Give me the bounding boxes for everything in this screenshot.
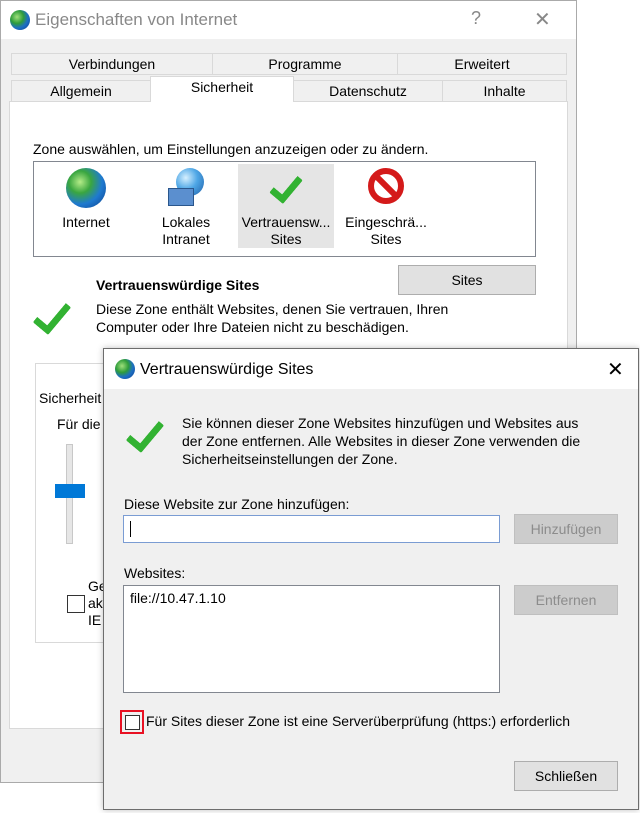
https-checkbox-label: Für Sites dieser Zone ist eine Serverübe…	[146, 713, 571, 729]
security-slider-thumb[interactable]	[55, 484, 85, 498]
for-zone-label: Für die	[57, 416, 101, 432]
selected-zone-description-line1: Diese Zone enthält Websites, denen Sie v…	[96, 301, 449, 317]
add-button[interactable]: Hinzufügen	[514, 514, 618, 544]
add-website-input[interactable]	[123, 515, 500, 543]
website-list-item[interactable]: file://10.47.1.10	[130, 590, 226, 606]
tab-programme[interactable]: Programme	[212, 53, 398, 75]
zone-label-line1: Eingeschrä...	[345, 214, 427, 230]
info-line1: Sie können dieser Zone Websites hinzufüg…	[182, 415, 579, 431]
security-level-label: Sicherheit	[39, 390, 102, 406]
zone-restricted-sites[interactable]: Eingeschrä... Sites	[338, 164, 434, 248]
websites-list[interactable]: file://10.47.1.10	[123, 585, 500, 693]
help-button[interactable]: ?	[471, 8, 481, 29]
globe-icon	[66, 168, 106, 208]
tab-erweitert[interactable]: Erweitert	[397, 53, 567, 75]
zone-label-line1: Lokales	[161, 214, 211, 230]
dialog-icon	[115, 359, 135, 379]
outer-close-button[interactable]: ✕	[534, 7, 551, 32]
protected-mode-checkbox[interactable]	[67, 595, 85, 613]
selected-zone-title: Vertrauenswürdige Sites	[96, 277, 260, 293]
intranet-globe-icon	[166, 168, 206, 208]
https-checkbox[interactable]	[125, 715, 140, 730]
text-cursor	[130, 521, 131, 537]
selected-zone-description-line2: Computer oder Ihre Dateien nicht zu besc…	[96, 319, 409, 335]
zone-label-line2: Sites	[370, 231, 402, 247]
websites-label: Websites:	[124, 565, 186, 581]
info-check-icon	[122, 411, 170, 459]
tab-datenschutz[interactable]: Datenschutz	[293, 80, 443, 102]
info-line2: der Zone entfernen. Alle Websites in die…	[182, 433, 581, 449]
tab-inhalte[interactable]: Inhalte	[442, 80, 567, 102]
internet-options-icon	[10, 10, 30, 30]
zone-local-intranet[interactable]: Lokales Intranet	[138, 164, 234, 248]
checkmark-icon	[266, 168, 306, 208]
selected-zone-check-icon	[29, 293, 77, 341]
zone-list: Internet Lokales Intranet Vertrauensw...…	[33, 161, 536, 257]
trusted-sites-dialog: Vertrauenswürdige Sites ✕ Sie können die…	[103, 348, 639, 810]
sites-button[interactable]: Sites	[398, 265, 536, 295]
close-dialog-button[interactable]: Schließen	[514, 761, 618, 791]
zone-trusted-sites[interactable]: Vertrauensw... Sites	[238, 164, 334, 248]
zone-internet[interactable]: Internet	[38, 164, 134, 230]
dialog-title: Vertrauenswürdige Sites	[140, 361, 314, 378]
dialog-titlebar: Vertrauenswürdige Sites ✕	[104, 349, 638, 389]
prohibited-icon	[366, 168, 406, 208]
outer-titlebar: Eigenschaften von Internet ? ✕	[1, 1, 576, 39]
remove-button[interactable]: Entfernen	[514, 585, 618, 615]
tab-sicherheit[interactable]: Sicherheit	[150, 76, 294, 102]
outer-window-title: Eigenschaften von Internet	[35, 10, 238, 29]
zone-label-line2: Sites	[270, 231, 302, 247]
zone-label-line2: Intranet	[162, 231, 210, 247]
tab-verbindungen[interactable]: Verbindungen	[11, 53, 213, 75]
add-website-label: Diese Website zur Zone hinzufügen:	[124, 496, 350, 512]
tab-allgemein[interactable]: Allgemein	[11, 80, 151, 102]
zone-label-line1: Internet	[62, 214, 110, 230]
zone-label-line1: Vertrauensw...	[241, 214, 331, 230]
info-line3: Sicherheitseinstellungen der Zone.	[182, 451, 398, 467]
dialog-close-button[interactable]: ✕	[607, 357, 624, 382]
dialog-info-text: Sie können dieser Zone Websites hinzufüg…	[182, 414, 580, 468]
zone-prompt: Zone auswählen, um Einstellungen anzuzei…	[33, 141, 429, 157]
